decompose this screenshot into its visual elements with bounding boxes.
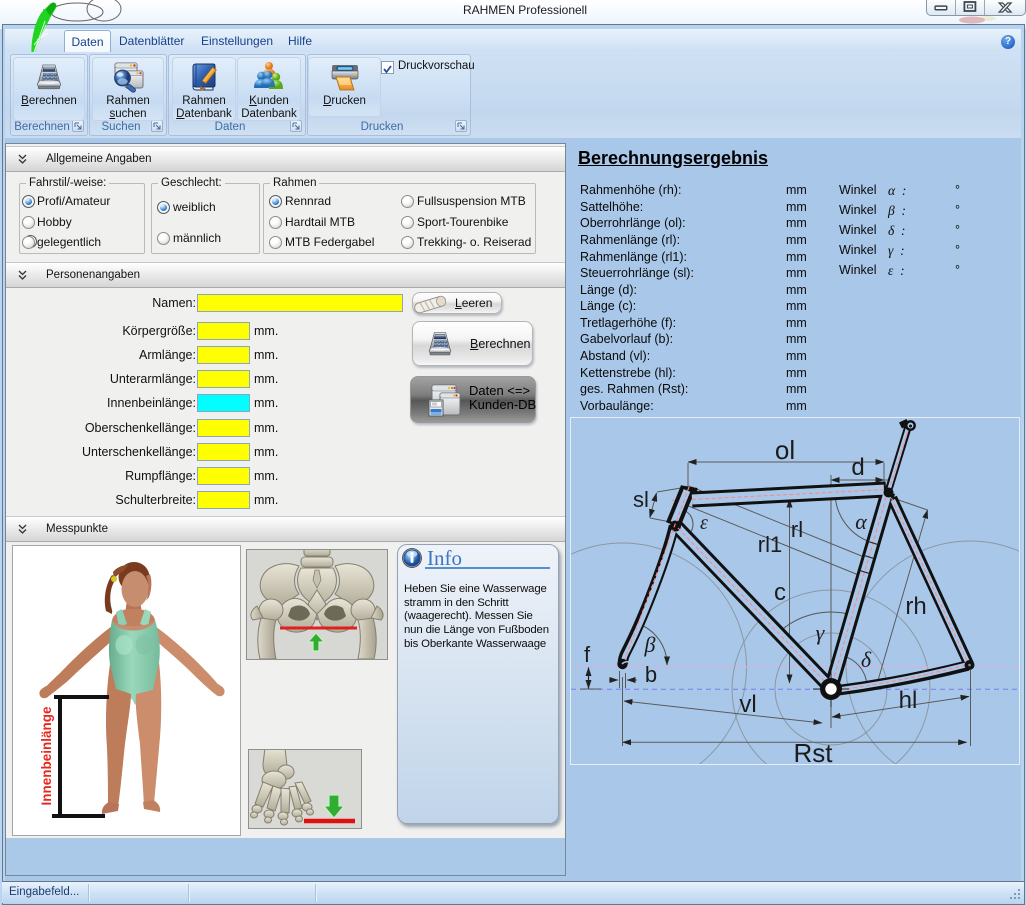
svg-text:δ: δ bbox=[861, 647, 872, 672]
svg-text:α: α bbox=[855, 509, 867, 534]
svg-text:Rst: Rst bbox=[794, 738, 834, 764]
svg-text:vl: vl bbox=[739, 691, 756, 718]
svg-text:γ: γ bbox=[816, 620, 826, 645]
svg-text:rh: rh bbox=[905, 593, 926, 620]
svg-text:c: c bbox=[774, 579, 786, 606]
svg-text:b: b bbox=[645, 662, 657, 687]
svg-text:ol: ol bbox=[775, 435, 795, 465]
svg-text:ε: ε bbox=[700, 512, 708, 534]
svg-text:rl1: rl1 bbox=[758, 532, 782, 557]
svg-text:d: d bbox=[851, 454, 864, 481]
svg-text:β: β bbox=[644, 632, 656, 657]
svg-text:Innenbeinlänge: Innenbeinlänge bbox=[39, 706, 54, 806]
svg-text:sl: sl bbox=[633, 487, 649, 512]
svg-text:f: f bbox=[584, 642, 591, 667]
svg-text:hl: hl bbox=[899, 687, 918, 714]
svg-text:rl: rl bbox=[791, 517, 803, 542]
